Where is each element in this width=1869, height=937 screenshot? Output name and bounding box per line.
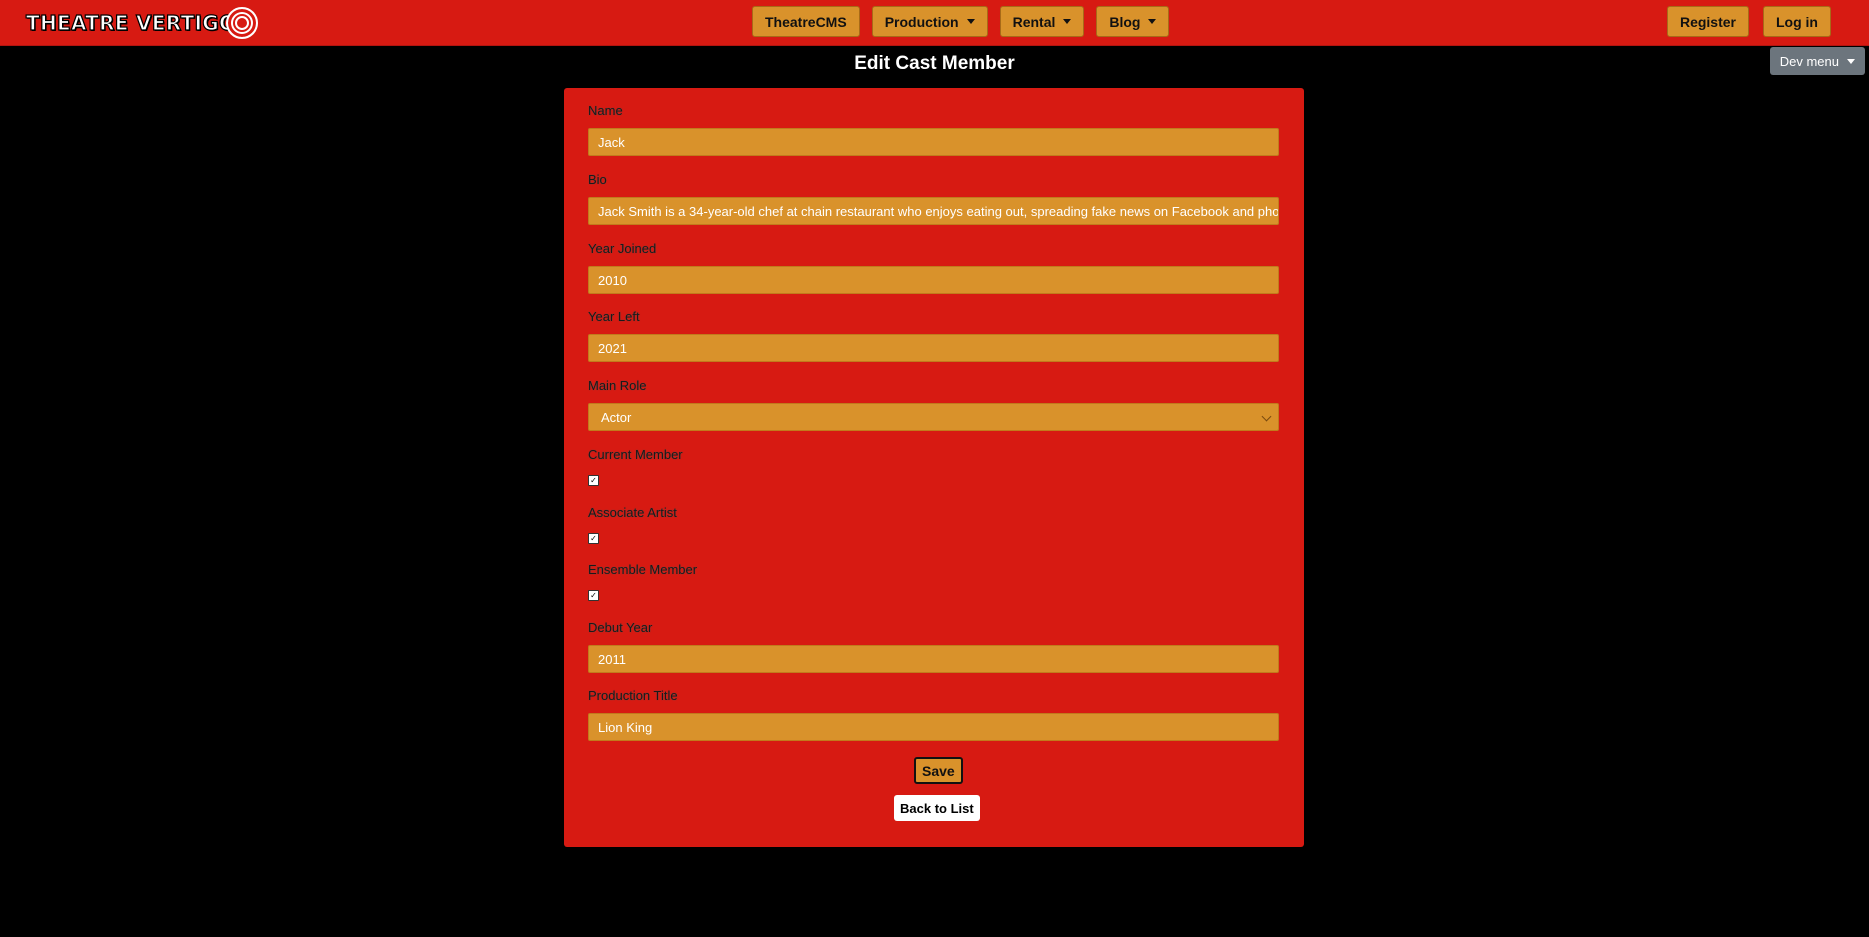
edit-cast-member-form: Name Jack Bio Jack Smith is a 34-year-ol… [564, 88, 1304, 847]
debut-year-input[interactable]: 2011 [588, 645, 1279, 673]
save-button[interactable]: Save [914, 757, 963, 784]
page-title: Edit Cast Member [854, 53, 1015, 74]
caret-down-icon [1148, 19, 1157, 24]
nav-blog-label: Blog [1109, 13, 1141, 30]
nav-rental-label: Rental [1012, 13, 1056, 30]
ensemble-member-checkbox[interactable]: ✓ [588, 590, 599, 601]
chevron-down-icon [1261, 411, 1272, 422]
caret-down-icon [966, 19, 975, 24]
associate-artist-label: Associate Artist [588, 505, 677, 520]
nav-theatrecms-label: TheatreCMS [765, 13, 847, 30]
ensemble-member-label: Ensemble Member [588, 562, 698, 577]
year-joined-label: Year Joined [588, 241, 657, 256]
year-left-input[interactable]: 2021 [588, 334, 1279, 362]
login-button[interactable]: Log in [1763, 6, 1831, 37]
main-nav: TheatreCMS Production Rental Blog [752, 6, 1170, 37]
production-title-input[interactable]: Lion King [588, 713, 1279, 741]
name-label: Name [588, 103, 623, 118]
current-member-checkbox[interactable]: ✓ [588, 475, 599, 486]
caret-down-icon [1063, 19, 1072, 24]
main-role-label: Main Role [588, 378, 647, 393]
debut-year-label: Debut Year [588, 620, 653, 635]
name-input[interactable]: Jack [588, 128, 1279, 156]
nav-theatrecms-button[interactable]: TheatreCMS [752, 6, 860, 37]
bio-input[interactable]: Jack Smith is a 34-year-old chef at chai… [588, 197, 1279, 225]
auth-nav: Register Log in [1666, 6, 1831, 37]
bio-label: Bio [588, 172, 607, 187]
nav-production-label: Production [884, 13, 959, 30]
year-joined-input[interactable]: 2010 [588, 266, 1279, 294]
year-left-label: Year Left [588, 309, 640, 324]
login-label: Log in [1776, 13, 1818, 30]
main-role-value: Actor [601, 409, 632, 425]
theatre-vertigo-logo[interactable]: THEATRE VERTIGO [25, 6, 259, 40]
main-role-select[interactable]: Actor [588, 403, 1279, 431]
production-title-label: Production Title [588, 688, 678, 703]
top-navbar: THEATRE VERTIGO TheatreCMS Production Re… [0, 0, 1869, 46]
register-label: Register [1679, 13, 1736, 30]
associate-artist-checkbox[interactable]: ✓ [588, 533, 599, 544]
nav-production-dropdown[interactable]: Production [871, 6, 988, 37]
nav-blog-dropdown[interactable]: Blog [1096, 6, 1170, 37]
current-member-label: Current Member [588, 447, 683, 462]
register-button[interactable]: Register [1666, 6, 1749, 37]
logo-text: THEATRE VERTIGO [25, 10, 237, 35]
nav-rental-dropdown[interactable]: Rental [999, 6, 1085, 37]
back-to-list-link[interactable]: Back to List [894, 795, 980, 821]
logo-swirl-icon [226, 7, 259, 39]
